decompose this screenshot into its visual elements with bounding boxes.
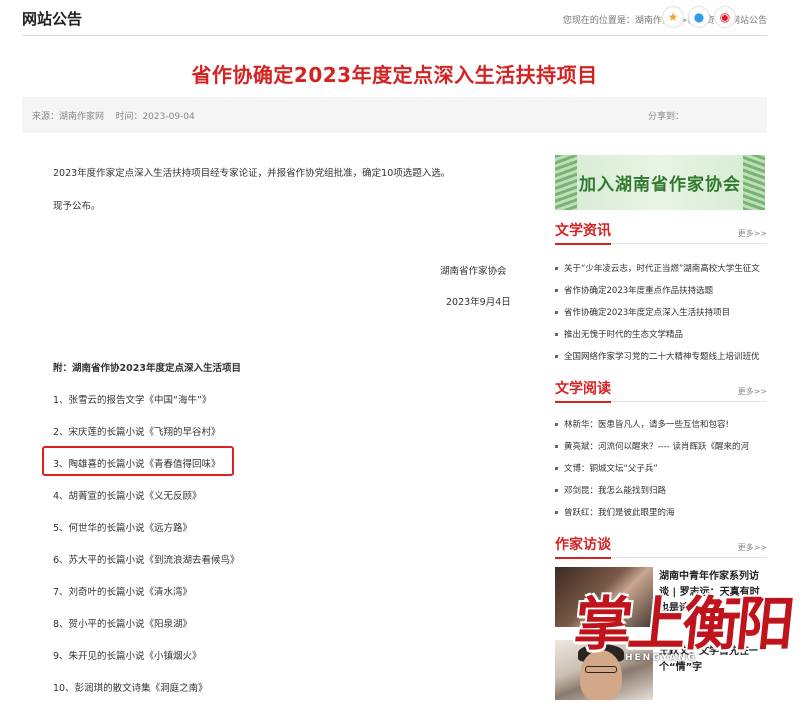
- annex-title: 附：湖南省作协2023年度定点深入生活项目: [53, 363, 241, 374]
- project-item: 8、贺小平的长篇小说《阳泉湖》: [53, 619, 193, 630]
- news-item[interactable]: 省作协确定2023年度定点深入生活扶持项目: [555, 306, 767, 318]
- article-meta-bar: 来源：湖南作家网 时间：2023-09-04 分享到：: [22, 97, 767, 133]
- leaf-decoration: [555, 155, 577, 210]
- news-section-header: 文学资讯 更多>>: [555, 220, 767, 245]
- reading-item[interactable]: 曾跃红：我们是彼此眼里的海: [555, 506, 767, 518]
- news-item[interactable]: 推出无愧于时代的生态文学精品: [555, 328, 767, 340]
- highlight-annotation-box: [42, 446, 234, 476]
- more-link[interactable]: 更多>>: [738, 386, 767, 397]
- project-item: 5、何世华的长篇小说《远方路》: [53, 523, 193, 534]
- project-item: 1、张雪云的报告文学《中国“海牛”》: [53, 395, 212, 406]
- interview-photo[interactable]: [555, 640, 653, 700]
- weibo-share-icon[interactable]: ◉: [714, 6, 736, 28]
- reading-item[interactable]: 黄亮斌：河流何以醒来？---- 读肖辉跃《醒来的河: [555, 440, 767, 452]
- article-paragraph: 现予公布。: [53, 201, 101, 212]
- news-item[interactable]: 全国网络作家学习党的二十大精神专题线上培训班优: [555, 350, 767, 362]
- project-item: 6、苏大平的长篇小说《到流浪湖去看候鸟》: [53, 555, 240, 566]
- reading-item[interactable]: 林新华：医患皆凡人，请多一些互信和包容!: [555, 418, 767, 430]
- join-association-banner[interactable]: 加入湖南省作家协会: [555, 155, 765, 210]
- project-item: 2、宋庆莲的长篇小说《飞翔的早谷村》: [53, 427, 221, 438]
- news-item[interactable]: 关于“少年凌云志，时代正当燃”湖南高校大学生征文: [555, 262, 767, 274]
- interview-section-header: 作家访谈 更多>>: [555, 534, 767, 559]
- portrait-face: [580, 650, 622, 700]
- news-item[interactable]: 省作协确定2023年度重点作品扶持选题: [555, 284, 767, 296]
- section-title: 文学阅读: [555, 378, 611, 403]
- article-title: 省作协确定2023年度定点深入生活扶持项目: [191, 63, 598, 87]
- more-link[interactable]: 更多>>: [738, 542, 767, 553]
- project-item: 10、彭润琪的散文诗集《洞庭之南》: [53, 683, 208, 694]
- reading-item[interactable]: 邓剑昆：我怎么能找到归路: [555, 484, 767, 496]
- article-source-date: 来源：湖南作家网 时间：2023-09-04: [32, 112, 195, 122]
- page-header: 网站公告 您现在的位置是：湖南作家网>新闻资讯>网站公告: [22, 0, 767, 36]
- leaf-decoration: [743, 155, 765, 210]
- more-link[interactable]: 更多>>: [738, 228, 767, 239]
- project-item: 4、胡菁宣的长篇小说《义无反顾》: [53, 491, 202, 502]
- project-item: 7、刘奇叶的长篇小说《清水湾》: [53, 587, 193, 598]
- section-title: 文学资讯: [555, 220, 611, 245]
- portrait-glasses: [585, 666, 617, 673]
- project-item: 9、朱开见的长篇小说《小镇烟火》: [53, 651, 202, 662]
- interview-title[interactable]: 湖南中青年作家系列访谈 | 罗志远：天真有时也是诗: [659, 569, 767, 617]
- interview-photo[interactable]: [555, 567, 653, 627]
- interview-title[interactable]: 王跃文：文学首先在一个“情”字: [659, 644, 767, 676]
- signature-date: 2023年9月4日: [446, 297, 511, 308]
- share-label: 分享到：: [648, 112, 685, 122]
- qq-share-icon[interactable]: ●: [688, 6, 710, 28]
- article-paragraph: 2023年度作家定点深入生活扶持项目经专家论证，并报省作协党组批准，确定10项选…: [53, 168, 451, 179]
- signature-org: 湖南省作家协会: [440, 266, 507, 277]
- banner-text: 加入湖南省作家协会: [579, 175, 741, 195]
- qzone-share-icon[interactable]: ★: [662, 6, 684, 28]
- reading-section-header: 文学阅读 更多>>: [555, 378, 767, 403]
- section-title: 作家访谈: [555, 534, 611, 559]
- reading-item[interactable]: 文博：铜城文坛“父子兵”: [555, 462, 767, 474]
- page-title: 网站公告: [22, 10, 83, 28]
